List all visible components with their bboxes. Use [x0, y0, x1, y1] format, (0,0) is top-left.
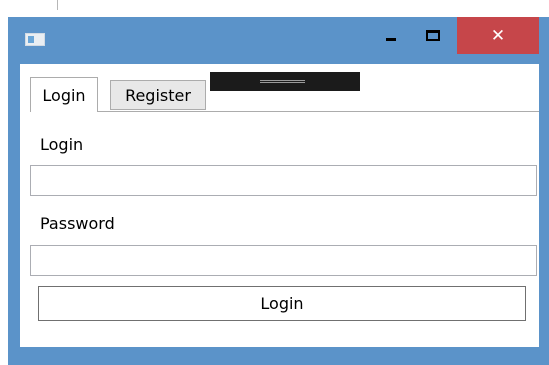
desktop-divider — [57, 0, 58, 10]
login-field-label: Login — [40, 135, 84, 154]
tab-login-label: Login — [42, 85, 86, 105]
password-input-box[interactable] — [30, 245, 537, 276]
drag-handle-icon[interactable] — [260, 80, 305, 83]
password-field-label: Password — [40, 214, 115, 233]
debug-toolbar[interactable] — [210, 72, 360, 91]
desktop-background — [0, 0, 549, 18]
app-window: ✕ Login Register Login Password Login — [8, 17, 549, 365]
tab-login[interactable]: Login — [30, 77, 98, 112]
maximize-button[interactable] — [416, 17, 450, 54]
minimize-icon — [386, 38, 396, 41]
tab-register-label: Register — [125, 85, 191, 105]
login-button[interactable]: Login — [38, 286, 526, 321]
login-input-box[interactable] — [30, 165, 537, 196]
tab-register[interactable]: Register — [110, 80, 206, 110]
minimize-button[interactable] — [374, 17, 408, 54]
close-icon: ✕ — [490, 25, 506, 46]
app-window-icon[interactable] — [25, 33, 45, 46]
close-button[interactable]: ✕ — [457, 17, 539, 54]
login-input[interactable] — [31, 166, 536, 195]
maximize-icon — [426, 30, 440, 41]
password-input[interactable] — [31, 246, 536, 275]
window-client-area: Login Register Login Password Login — [20, 64, 539, 347]
app-icon-pane — [28, 36, 34, 43]
title-bar[interactable]: ✕ — [8, 17, 549, 61]
